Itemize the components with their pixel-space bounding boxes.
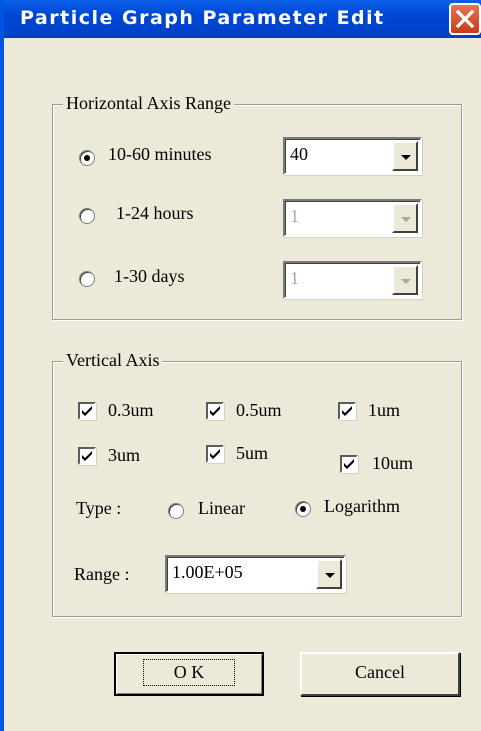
dialog-window: Particle Graph Parameter Edit Horizontal… (0, 0, 481, 731)
close-button[interactable] (449, 3, 481, 35)
vertical-axis-group-title: Vertical Axis (63, 350, 163, 371)
radio-selected-dot (300, 506, 306, 512)
ok-button-label: O K (142, 659, 236, 686)
checkbox-1um[interactable] (338, 402, 356, 420)
checkbox-5um-label: 5um (236, 443, 269, 463)
checkbox-1um-label: 1um (368, 400, 401, 420)
radio-minutes-label: 10-60 minutes (108, 144, 212, 164)
days-dropdown-button[interactable] (392, 265, 418, 295)
radio-minutes[interactable] (79, 150, 95, 166)
checkmark-icon (344, 459, 354, 469)
cancel-button[interactable]: Cancel (300, 652, 460, 696)
checkbox-0-3um[interactable] (78, 402, 96, 420)
hours-select-value: 1 (290, 206, 299, 226)
checkbox-3um-label: 3um (108, 445, 141, 465)
window-title: Particle Graph Parameter Edit (20, 7, 385, 29)
checkmark-icon (210, 406, 220, 416)
close-icon (456, 10, 474, 28)
radio-logarithm-label: Logarithm (324, 496, 400, 516)
radio-hours-label: 1-24 hours (116, 203, 194, 223)
checkmark-icon (342, 406, 352, 416)
hours-select[interactable]: 1 (283, 199, 422, 237)
type-label: Type : (76, 498, 122, 518)
chevron-down-icon (325, 573, 335, 578)
radio-linear-label: Linear (198, 498, 245, 518)
checkbox-3um[interactable] (78, 447, 96, 465)
checkbox-5um[interactable] (206, 445, 224, 463)
radio-logarithm[interactable] (295, 501, 311, 517)
radio-hours[interactable] (79, 208, 95, 224)
checkbox-0-3um-label: 0.3um (108, 400, 154, 420)
cancel-button-label: Cancel (355, 662, 405, 682)
horizontal-axis-group-title: Horizontal Axis Range (63, 93, 234, 114)
minutes-select[interactable]: 40 (283, 137, 422, 175)
hours-dropdown-button[interactable] (392, 203, 418, 233)
checkbox-10um-label: 10um (372, 453, 414, 473)
range-select[interactable]: 1.00E+05 (165, 555, 346, 593)
ok-button[interactable]: O K (114, 652, 264, 696)
radio-days-label: 1-30 days (114, 266, 185, 286)
checkbox-0-5um-label: 0.5um (236, 400, 282, 420)
minutes-select-value: 40 (290, 144, 308, 164)
chevron-down-icon (401, 279, 411, 284)
checkmark-icon (82, 406, 92, 416)
days-select[interactable]: 1 (283, 261, 422, 299)
title-bar[interactable]: Particle Graph Parameter Edit (4, 0, 481, 38)
range-label: Range : (74, 564, 130, 584)
days-select-value: 1 (290, 268, 299, 288)
checkmark-icon (82, 451, 92, 461)
checkbox-10um[interactable] (340, 455, 358, 473)
minutes-dropdown-button[interactable] (392, 141, 418, 171)
range-dropdown-button[interactable] (316, 559, 342, 589)
radio-days[interactable] (79, 271, 95, 287)
radio-linear[interactable] (168, 503, 184, 519)
checkmark-icon (210, 449, 220, 459)
chevron-down-icon (401, 217, 411, 222)
range-select-value: 1.00E+05 (172, 562, 243, 582)
checkbox-0-5um[interactable] (206, 402, 224, 420)
chevron-down-icon (401, 155, 411, 160)
radio-selected-dot (84, 155, 90, 161)
